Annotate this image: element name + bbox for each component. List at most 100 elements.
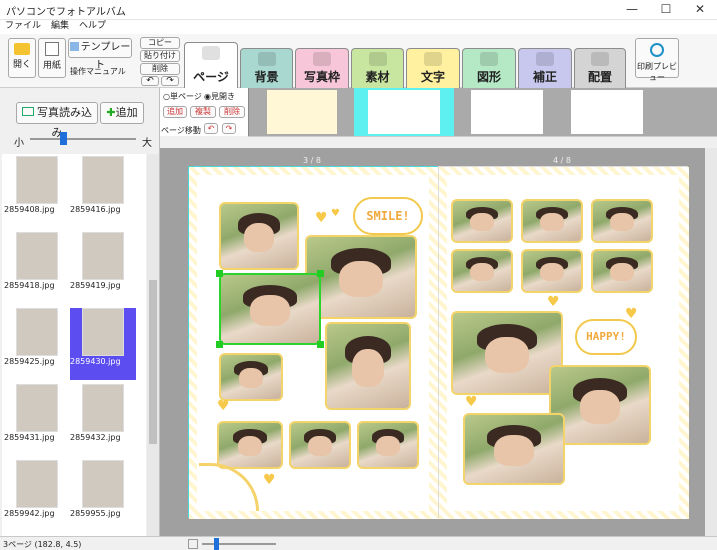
resize-handle[interactable] — [216, 341, 223, 348]
tab-6[interactable]: 補正 — [518, 48, 572, 88]
photo-thumbnail[interactable]: 2859425.jpg — [4, 308, 70, 380]
menu-edit[interactable]: 編集 — [46, 20, 74, 32]
paper-button[interactable]: 用紙 — [38, 38, 66, 78]
photo-frame[interactable] — [305, 235, 417, 319]
redo-button[interactable]: ↷ — [161, 76, 179, 86]
photo-frame[interactable] — [325, 322, 411, 410]
tab-label: ページ — [193, 70, 229, 84]
photo-frame[interactable] — [357, 421, 419, 469]
single-page-radio[interactable]: ○単ページ — [163, 91, 202, 102]
menu-file[interactable]: ファイル — [0, 20, 46, 32]
magnifier-icon — [650, 43, 664, 57]
photo-thumbnail[interactable]: 2859432.jpg — [70, 384, 136, 456]
photo-thumbnail[interactable]: 2859942.jpg — [4, 460, 70, 532]
page-delete-button[interactable]: 削除 — [219, 106, 245, 118]
photo-frame[interactable] — [591, 249, 653, 293]
heart-icon: ♥ — [625, 306, 638, 322]
page-thumbnail-3[interactable] — [471, 90, 543, 134]
scrollbar-thumb[interactable] — [149, 280, 157, 444]
photo-thumbnail[interactable]: 2859408.jpg — [4, 156, 70, 228]
size-large-label: 大 — [142, 138, 152, 149]
thumbnail-image — [82, 384, 124, 432]
page-add-button[interactable]: 追加 — [163, 106, 187, 118]
photo-thumbnail[interactable]: 2859431.jpg — [4, 384, 70, 456]
paste-button[interactable]: 貼り付け — [140, 50, 180, 62]
tab-icon — [536, 52, 554, 66]
load-photo-button[interactable]: 写真読み込み — [16, 102, 98, 139]
photo-frame[interactable] — [219, 353, 283, 401]
open-button[interactable]: 開く — [8, 38, 36, 78]
open-label: 開く — [12, 60, 31, 70]
right-page[interactable]: HAPPY! ♥ ♥ ♥ — [438, 166, 689, 519]
page-thumbnail-1[interactable] — [267, 90, 337, 134]
copy-button[interactable]: コピー — [140, 37, 180, 49]
photo-frame[interactable] — [521, 249, 583, 293]
undo-button[interactable]: ↶ — [141, 76, 159, 86]
page-duplicate-button[interactable]: 複製 — [190, 106, 216, 118]
photo-frame[interactable] — [451, 199, 513, 243]
left-page[interactable]: SMILE! ♥ ♥ ♥ ♥ — [188, 166, 439, 519]
delete-button[interactable]: 削除 — [140, 63, 180, 75]
add-photo-button[interactable]: ✚追加 — [100, 102, 144, 124]
tab-icon — [313, 52, 331, 66]
slider-thumb[interactable] — [60, 132, 67, 145]
resize-handle[interactable] — [216, 270, 223, 277]
photo-thumbnail[interactable]: 2859419.jpg — [70, 232, 136, 304]
move-right-button[interactable]: ↷ — [222, 123, 236, 134]
minimize-button[interactable]: — — [615, 0, 649, 20]
album-canvas[interactable]: 3 / 8 4 / 8 SMILE! ♥ ♥ ♥ ♥ HAPPY! ♥ ♥ ♥ — [160, 148, 717, 536]
print-preview-button[interactable]: 印刷プレビュー — [635, 38, 679, 82]
tab-3[interactable]: 素材 — [351, 48, 404, 88]
photo-frame[interactable] — [219, 202, 299, 270]
tab-1[interactable]: 背景 — [240, 48, 293, 88]
move-left-button[interactable]: ↶ — [204, 123, 218, 134]
canvas-scrollbar[interactable] — [705, 148, 717, 536]
tab-2[interactable]: 写真枠 — [295, 48, 349, 88]
resize-handle[interactable] — [317, 341, 324, 348]
page-thumbnail-2-selected[interactable] — [354, 88, 454, 136]
tab-icon — [368, 52, 387, 66]
maximize-button[interactable]: ☐ — [649, 0, 683, 20]
happy-speech-bubble[interactable]: HAPPY! — [575, 319, 637, 355]
tab-4[interactable]: 文字 — [406, 48, 460, 88]
spread-radio[interactable]: ◉見開き — [204, 91, 235, 102]
smile-speech-bubble[interactable]: SMILE! — [353, 197, 423, 235]
single-page-label: 単ページ — [169, 92, 202, 101]
photo-frame[interactable] — [451, 311, 563, 395]
thumb-size-slider[interactable] — [30, 138, 136, 140]
thumbnail-filename: 2859432.jpg — [70, 433, 121, 442]
photo-frame-selected[interactable] — [219, 273, 321, 345]
strip-scrollbar[interactable] — [248, 136, 717, 148]
tab-icon — [591, 52, 609, 66]
photo-thumbnail[interactable]: 2859418.jpg — [4, 232, 70, 304]
zoom-out-button[interactable] — [188, 539, 198, 549]
photo-frame[interactable] — [451, 249, 513, 293]
photo-thumbnail[interactable]: 2859430.jpg — [70, 308, 136, 380]
thumbnail-filename: 2859419.jpg — [70, 281, 121, 290]
photo-frame[interactable] — [591, 199, 653, 243]
menu-help[interactable]: ヘルプ — [74, 20, 111, 32]
thumbnail-image — [16, 384, 58, 432]
page-thumbnail-4[interactable] — [571, 90, 643, 134]
resize-handle[interactable] — [317, 270, 324, 277]
template-button[interactable]: テンプレート — [68, 38, 132, 71]
tab-5[interactable]: 図形 — [462, 48, 516, 88]
thumbnail-image — [16, 156, 58, 204]
photo-frame[interactable] — [289, 421, 351, 469]
photo-frame[interactable] — [217, 421, 283, 469]
tab-7[interactable]: 配置 — [574, 48, 626, 88]
tab-label: 写真枠 — [303, 70, 340, 84]
photo-frame[interactable] — [521, 199, 583, 243]
window-title: パソコンでフォトアルバム — [6, 7, 126, 18]
photo-thumbnail[interactable]: 2859416.jpg — [70, 156, 136, 228]
right-page-label: 4 / 8 — [553, 156, 571, 165]
heart-icon: ♥ — [217, 398, 230, 414]
photo-frame[interactable] — [463, 413, 565, 485]
photo-thumbnail[interactable]: 2859955.jpg — [70, 460, 136, 532]
zoom-slider-thumb[interactable] — [214, 538, 219, 550]
thumbnail-scrollbar[interactable] — [147, 154, 159, 536]
manual-link[interactable]: 操作マニュアル — [70, 66, 126, 77]
close-button[interactable]: ✕ — [683, 0, 717, 20]
tab-0[interactable]: ページ — [184, 42, 238, 88]
template-icon — [69, 42, 79, 51]
